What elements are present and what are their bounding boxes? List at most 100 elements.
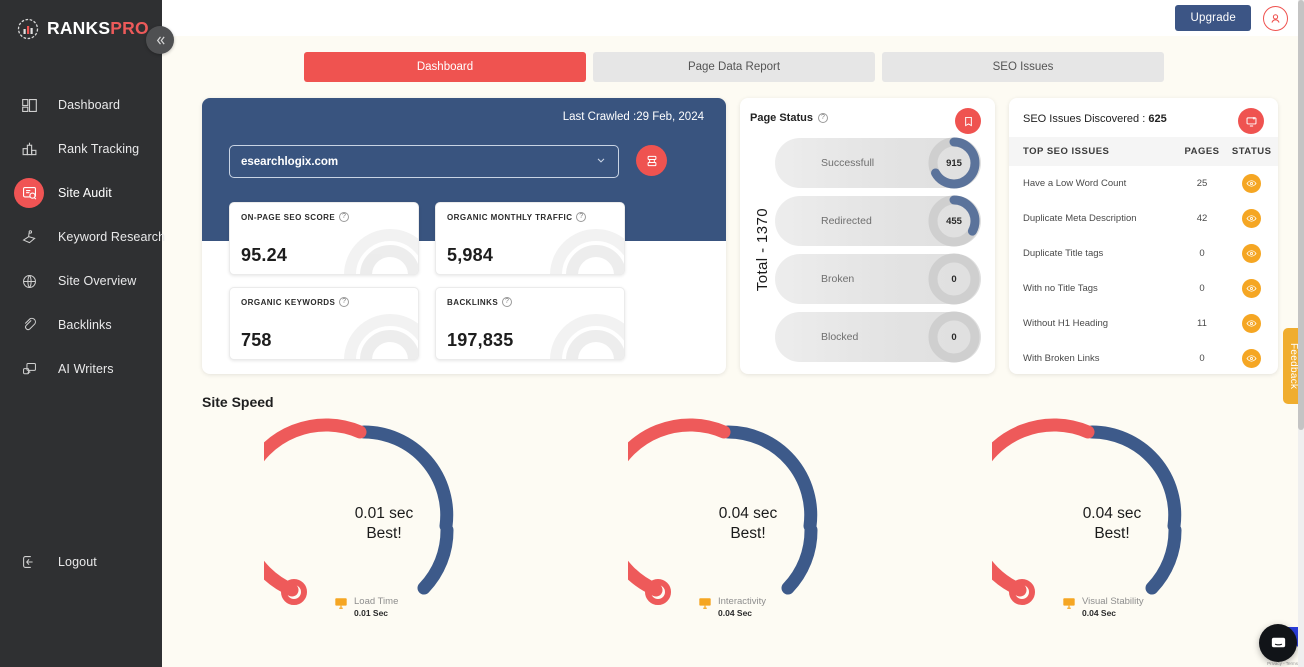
status-row[interactable]: Redirected 455 (775, 195, 981, 247)
sidebar-item-label: Site Overview (58, 274, 137, 288)
recrawl-button[interactable] (636, 145, 667, 176)
link-icon (14, 310, 44, 340)
gauge-legend-label: Interactivity (718, 596, 767, 607)
main-tabs: Dashboard Page Data Report SEO Issues (162, 36, 1304, 82)
status-row[interactable]: Successfull 915 (775, 137, 981, 189)
ranks-pro-logo-icon (16, 17, 40, 41)
dashboard-icon (14, 90, 44, 120)
metric-card: ORGANIC KEYWORDS ? 758 (229, 287, 419, 360)
site-select-value: esearchlogix.com (241, 155, 339, 168)
eye-icon[interactable] (1242, 349, 1262, 368)
site-overview-card: Last Crawled :29 Feb, 2024 esearchlogix.… (202, 98, 726, 374)
scrollbar-track[interactable] (1298, 0, 1304, 667)
gauge-legend-value: 0.04 Sec (1082, 608, 1117, 618)
sidebar-nav: Dashboard Rank Tracking Site Audit Keywo… (0, 83, 165, 391)
sidebar-item-label: AI Writers (58, 362, 114, 376)
monitor-icon (1062, 596, 1076, 615)
user-avatar-icon[interactable] (1263, 5, 1288, 31)
metric-label: ORGANIC MONTHLY TRAFFIC (447, 212, 573, 222)
sidebar-item-keyword-research[interactable]: Keyword Research (0, 215, 165, 259)
help-icon[interactable]: ? (502, 297, 513, 307)
ai-writer-icon (14, 354, 44, 384)
sidebar-item-site-overview[interactable]: Site Overview (0, 259, 162, 303)
sidebar-item-dashboard[interactable]: Dashboard (0, 83, 162, 127)
metric-card: ORGANIC MONTHLY TRAFFIC ? 5,984 (435, 202, 625, 275)
seo-issues-report-button[interactable] (1238, 108, 1264, 134)
metric-value: 758 (241, 330, 272, 350)
sidebar-item-label: Backlinks (58, 318, 112, 332)
topbar: Upgrade (162, 0, 1304, 36)
help-icon[interactable]: ? (339, 297, 350, 307)
help-icon[interactable]: ? (339, 212, 350, 222)
gauge-legend-value: 0.04 Sec (718, 608, 753, 618)
brand-logo[interactable]: RANKSPRO (0, 0, 162, 41)
sidebar-item-rank-tracking[interactable]: Rank Tracking (0, 127, 162, 171)
issue-name: Without H1 Heading (1023, 318, 1109, 329)
table-header-row: TOP SEO ISSUES PAGES STATUS (1009, 137, 1278, 166)
sidebar-item-logout[interactable]: Logout (0, 540, 162, 584)
issue-pages: 25 (1196, 178, 1208, 189)
monitor-icon (334, 596, 348, 615)
seo-issues-table: TOP SEO ISSUES PAGES STATUS Have a Low W… (1009, 137, 1278, 374)
table-row: Have a Low Word Count 25 (1009, 166, 1278, 201)
eye-icon[interactable] (1242, 244, 1262, 263)
gauge-legend-label: Load Time (354, 596, 399, 607)
status-row[interactable]: Blocked 0 (775, 311, 981, 363)
gauge-legend-text: Interactivity 0.04 Sec (718, 596, 766, 618)
issue-name: With Broken Links (1023, 353, 1100, 364)
sidebar-item-backlinks[interactable]: Backlinks (0, 303, 162, 347)
sidebar-item-site-audit[interactable]: Site Audit (0, 171, 162, 215)
gauge-value: 0.04 sec (1082, 505, 1142, 522)
sidebar-collapse-button[interactable] (146, 26, 174, 54)
scrollbar-thumb[interactable] (1298, 0, 1304, 430)
issue-name: Duplicate Title tags (1023, 248, 1104, 259)
status-label: Successfull (821, 157, 875, 169)
page-status-card: Page Status ? Total - 1370 Successfull 9… (740, 98, 995, 374)
site-speed-title: Site Speed (202, 394, 274, 410)
metric-label-row: ORGANIC MONTHLY TRAFFIC ? (447, 212, 613, 222)
issue-pages: 11 (1197, 318, 1207, 329)
status-donut: 0 (927, 252, 981, 311)
rank-tracking-icon (14, 134, 44, 164)
issue-status-cell (1225, 306, 1278, 341)
last-crawled-label: Last Crawled :29 Feb, 2024 (562, 111, 704, 123)
table-row: Duplicate Meta Description 42 (1009, 201, 1278, 236)
sidebar-item-ai-writers[interactable]: AI Writers (0, 347, 162, 391)
page-status-report-button[interactable] (955, 108, 981, 134)
tab-seo-issues[interactable]: SEO Issues (882, 52, 1164, 82)
eye-icon[interactable] (1242, 314, 1262, 333)
tab-page-data-report[interactable]: Page Data Report (593, 52, 875, 82)
eye-icon[interactable] (1242, 279, 1262, 298)
sidebar-item-label: Site Audit (58, 186, 112, 200)
upgrade-button[interactable]: Upgrade (1175, 5, 1251, 31)
metric-card: ON-PAGE SEO SCORE ? 95.24 (229, 202, 419, 275)
help-icon[interactable]: ? (576, 212, 587, 222)
gauge-legend-text: Load Time 0.01 Sec (354, 596, 398, 618)
issue-name: With no Title Tags (1023, 283, 1098, 294)
status-row[interactable]: Broken 0 (775, 253, 981, 305)
table-row: Duplicate Title tags 0 (1009, 236, 1278, 271)
chat-bubble-icon[interactable] (1259, 624, 1297, 662)
sidebar-item-label: Logout (58, 555, 97, 569)
eye-icon[interactable] (1242, 209, 1262, 228)
issue-pages: 0 (1199, 283, 1205, 294)
metric-value: 5,984 (447, 245, 494, 265)
cards-row: Last Crawled :29 Feb, 2024 esearchlogix.… (162, 82, 1304, 374)
gauge-legend: Visual Stability 0.04 Sec (1062, 596, 1144, 618)
help-icon[interactable]: ? (817, 113, 828, 123)
eye-icon[interactable] (1242, 174, 1262, 193)
issue-status-cell (1225, 201, 1278, 236)
tab-dashboard[interactable]: Dashboard (304, 52, 586, 82)
issue-status-cell (1225, 271, 1278, 306)
globe-icon (14, 266, 44, 296)
column-header-issue: TOP SEO ISSUES (1009, 137, 1179, 166)
gauge-rating: Best! (1094, 525, 1130, 543)
sidebar-item-label: Rank Tracking (58, 142, 140, 156)
table-row: Without H1 Heading 11 (1009, 306, 1278, 341)
main-content: Upgrade Dashboard Page Data Report SEO I… (162, 0, 1304, 667)
gauge-center-text: 0.04 sec Best! (930, 504, 1294, 544)
table-row: With Broken Links 0 (1009, 341, 1278, 374)
page-status-title: Page Status (750, 112, 813, 124)
gauge-legend-text: Visual Stability 0.04 Sec (1082, 596, 1144, 618)
site-select-dropdown[interactable]: esearchlogix.com (229, 145, 619, 178)
